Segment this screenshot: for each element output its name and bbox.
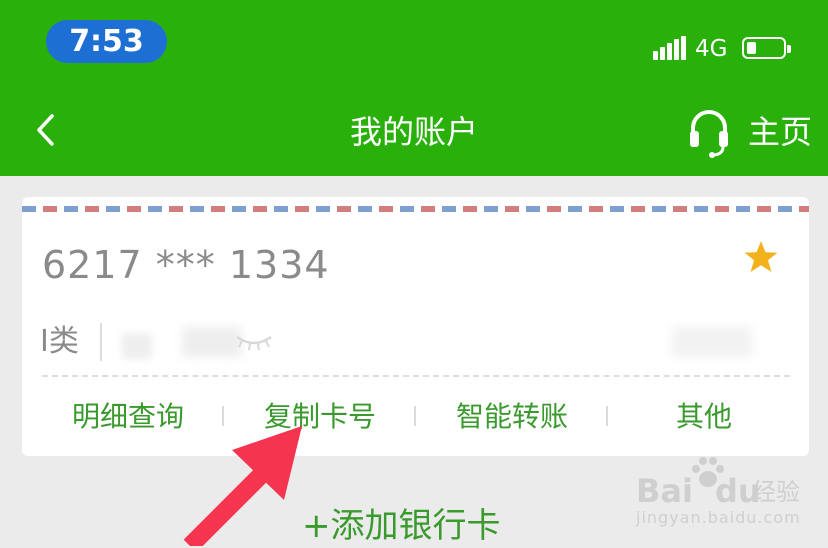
airmail-border bbox=[22, 206, 809, 212]
watermark-sub: 经验 bbox=[752, 478, 800, 506]
action-separator bbox=[414, 406, 416, 426]
smart-transfer-button[interactable]: 智能转账 bbox=[422, 397, 602, 437]
eye-closed-icon[interactable] bbox=[234, 331, 274, 351]
watermark-url: jingyan.baidu.com bbox=[636, 508, 801, 527]
action-separator bbox=[606, 406, 608, 426]
card-number: 6217 *** 1334 bbox=[42, 243, 330, 287]
bank-card: 6217 *** 1334 I类 明细查询 复制卡号 智能转账 其他 bbox=[22, 197, 809, 456]
divider bbox=[100, 323, 102, 361]
signal-icon bbox=[653, 36, 687, 60]
network-type: 4G bbox=[695, 36, 728, 62]
blurred-name bbox=[182, 327, 242, 357]
battery-icon bbox=[742, 37, 791, 59]
app-header: 7:53 4G 我的账户 主页 bbox=[0, 0, 828, 176]
blurred-balance bbox=[672, 327, 752, 357]
star-icon[interactable] bbox=[743, 240, 779, 274]
headset-icon[interactable] bbox=[688, 106, 730, 158]
home-link[interactable]: 主页 bbox=[748, 110, 812, 154]
status-time: 7:53 bbox=[46, 20, 167, 63]
pointer-arrow-icon bbox=[183, 426, 302, 546]
paw-icon bbox=[692, 457, 724, 487]
chevron-left-icon[interactable] bbox=[28, 110, 68, 150]
card-type: I类 bbox=[40, 324, 79, 359]
other-button[interactable]: 其他 bbox=[614, 397, 794, 437]
add-bank-card-button[interactable]: +添加银行卡 bbox=[302, 504, 501, 548]
page-title: 我的账户 bbox=[349, 113, 478, 151]
blurred-name bbox=[122, 333, 152, 359]
dashed-divider bbox=[42, 375, 790, 377]
